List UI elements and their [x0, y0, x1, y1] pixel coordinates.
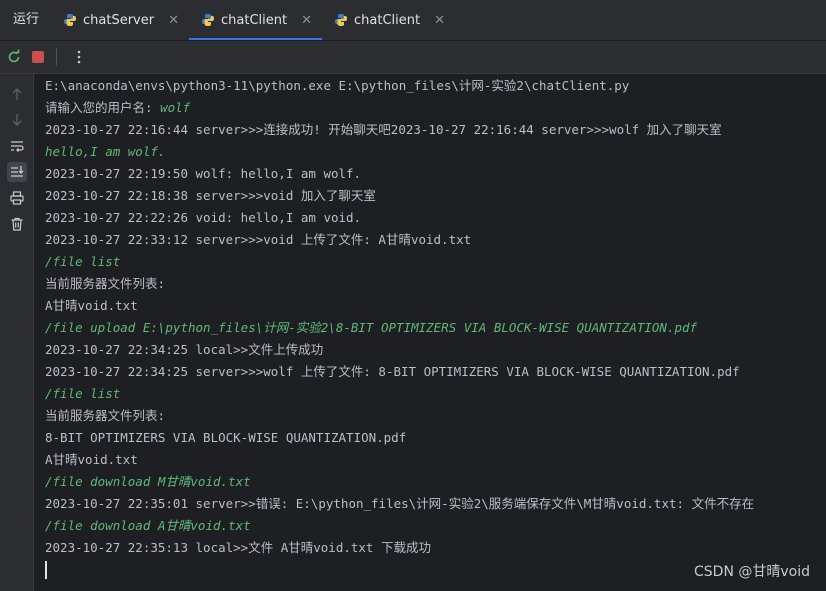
- rerun-icon[interactable]: [4, 47, 24, 67]
- run-panel-title: 运行: [13, 12, 40, 27]
- console-user-input: /file list: [45, 386, 121, 401]
- console-output-text: A甘晴void.txt: [45, 452, 138, 467]
- soft-wrap-icon[interactable]: [7, 136, 27, 156]
- console-line: 请输入您的用户名: wolf: [45, 97, 825, 119]
- console-line: /file download M甘晴void.txt: [45, 471, 825, 493]
- console-line: 2023-10-27 22:16:44 server>>>连接成功! 开始聊天吧…: [45, 119, 825, 141]
- watermark: CSDN @甘晴void: [694, 564, 810, 580]
- console-line: E:\anaconda\envs\python3-11\python.exe E…: [45, 75, 825, 97]
- console-line: 8-BIT OPTIMIZERS VIA BLOCK-WISE QUANTIZA…: [45, 427, 825, 449]
- python-icon: [201, 13, 215, 27]
- console-user-input: wolf: [160, 100, 191, 115]
- console-output-text: E:\anaconda\envs\python3-11\python.exe E…: [45, 78, 630, 93]
- console-user-input: /file list: [45, 254, 121, 269]
- console-line: A甘晴void.txt: [45, 295, 825, 317]
- close-icon[interactable]: ✕: [168, 13, 179, 28]
- console-line: 2023-10-27 22:22:26 void: hello,I am voi…: [45, 207, 825, 229]
- console-user-input: hello,I am wolf.: [45, 144, 166, 159]
- run-tool-window-header: 运行 chatServer ✕ chatClient ✕ chatClient …: [0, 0, 826, 41]
- console-output-text: 8-BIT OPTIMIZERS VIA BLOCK-WISE QUANTIZA…: [45, 430, 407, 445]
- console-line: /file list: [45, 383, 825, 405]
- console-output-text: 2023-10-27 22:35:01 server>>错误: E:\pytho…: [45, 496, 755, 511]
- console-output-text: 2023-10-27 22:18:38 server>>>void 加入了聊天室: [45, 188, 376, 203]
- console-line: 2023-10-27 22:19:50 wolf: hello,I am wol…: [45, 163, 825, 185]
- up-arrow-icon[interactable]: [7, 84, 27, 104]
- close-icon[interactable]: ✕: [434, 13, 445, 28]
- console-output-text: 当前服务器文件列表:: [45, 408, 166, 423]
- tab-label: chatClient: [221, 12, 288, 28]
- scroll-to-end-icon[interactable]: [7, 162, 27, 182]
- console-line: 2023-10-27 22:35:01 server>>错误: E:\pytho…: [45, 493, 825, 515]
- tab-chatserver[interactable]: chatServer ✕: [51, 0, 189, 40]
- console-line: 2023-10-27 22:34:25 server>>>wolf 上传了文件:…: [45, 361, 825, 383]
- tab-chatclient[interactable]: chatClient ✕: [322, 0, 455, 40]
- down-arrow-icon[interactable]: [7, 110, 27, 130]
- tab-label: chatClient: [354, 12, 421, 28]
- console-line: 当前服务器文件列表:: [45, 405, 825, 427]
- console-line: /file upload E:\python_files\计网-实验2\8-BI…: [45, 317, 825, 339]
- console-user-input: /file download A甘晴void.txt: [45, 518, 251, 533]
- run-toolbar: [0, 41, 826, 74]
- console-output-text: 2023-10-27 22:22:26 void: hello,I am voi…: [45, 210, 362, 225]
- console-line: /file list: [45, 251, 825, 273]
- stop-icon[interactable]: [28, 47, 48, 67]
- console-output-text: 2023-10-27 22:34:25 local>>文件上传成功: [45, 342, 324, 357]
- print-icon[interactable]: [7, 188, 27, 208]
- console-output-text: 请输入您的用户名:: [45, 100, 161, 115]
- console-output-text: 2023-10-27 22:34:25 server>>>wolf 上传了文件:…: [45, 364, 740, 379]
- console-line: A甘晴void.txt: [45, 449, 825, 471]
- text-cursor: [45, 561, 47, 579]
- console-line: 2023-10-27 22:35:13 local>>文件 A甘晴void.tx…: [45, 537, 825, 559]
- console-line: 2023-10-27 22:34:25 local>>文件上传成功: [45, 339, 825, 361]
- console-line: hello,I am wolf.: [45, 141, 825, 163]
- more-icon[interactable]: [69, 47, 89, 67]
- tab-label: chatServer: [83, 12, 155, 28]
- python-icon: [334, 13, 348, 27]
- console-line: /file download A甘晴void.txt: [45, 515, 825, 537]
- console-output-text: 2023-10-27 22:35:13 local>>文件 A甘晴void.tx…: [45, 540, 431, 555]
- console-output-text: 2023-10-27 22:33:12 server>>>void 上传了文件:…: [45, 232, 472, 247]
- console-output-text: 当前服务器文件列表:: [45, 276, 166, 291]
- console-user-input: /file download M甘晴void.txt: [45, 474, 251, 489]
- close-icon[interactable]: ✕: [301, 13, 312, 28]
- console-output-text: 2023-10-27 22:19:50 wolf: hello,I am wol…: [45, 166, 362, 181]
- console-sidebar: [0, 74, 34, 591]
- tab-chatclient-active[interactable]: chatClient ✕: [189, 0, 323, 40]
- console-output[interactable]: E:\anaconda\envs\python3-11\python.exe E…: [45, 75, 825, 559]
- console-user-input: /file upload E:\python_files\计网-实验2\8-BI…: [45, 320, 698, 335]
- trash-icon[interactable]: [7, 214, 27, 234]
- console-output-text: A甘晴void.txt: [45, 298, 138, 313]
- console-line: 2023-10-27 22:18:38 server>>>void 加入了聊天室: [45, 185, 825, 207]
- console-output-text: 2023-10-27 22:16:44 server>>>连接成功! 开始聊天吧…: [45, 122, 722, 137]
- console-line: 2023-10-27 22:33:12 server>>>void 上传了文件:…: [45, 229, 825, 251]
- console-line: 当前服务器文件列表:: [45, 273, 825, 295]
- python-icon: [63, 13, 77, 27]
- toolbar-divider: [56, 48, 57, 66]
